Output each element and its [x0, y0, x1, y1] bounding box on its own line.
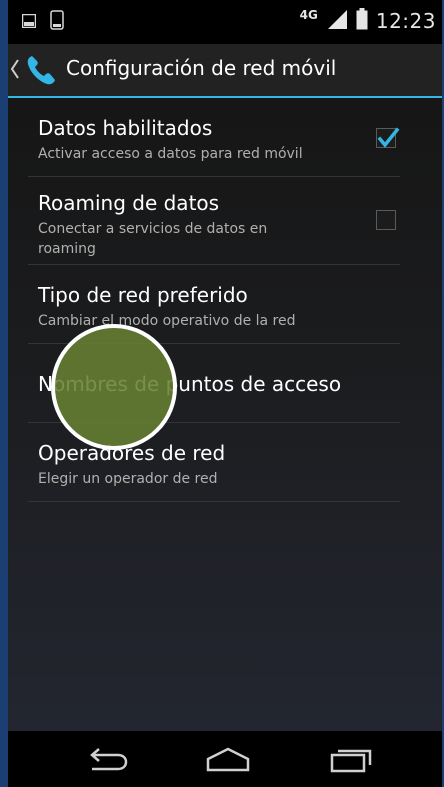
home-icon[interactable]: [204, 743, 252, 775]
pref-title: Roaming de datos: [38, 191, 220, 215]
image-notification-icon: [21, 13, 37, 32]
recents-icon[interactable]: [328, 743, 376, 775]
back-chevron-icon[interactable]: [10, 58, 20, 80]
signal-icon: [326, 8, 348, 34]
status-notifications: [21, 10, 64, 34]
status-indicators: 4G 12:23: [300, 8, 436, 34]
back-icon[interactable]: [82, 743, 130, 775]
phone-icon[interactable]: [24, 52, 60, 88]
clock: 12:23: [375, 9, 436, 33]
pref-title: Datos habilitados: [38, 116, 213, 140]
roaming-checkbox[interactable]: [376, 210, 396, 230]
pref-title: Tipo de red preferido: [38, 283, 248, 307]
navigation-bar: [0, 731, 444, 787]
pref-item-roaming-de-datos[interactable]: Roaming de datos Conectar a servicios de…: [28, 177, 400, 265]
status-bar: 4G 12:23: [0, 0, 444, 44]
data-enabled-checkbox[interactable]: [376, 127, 400, 148]
phone-outline-icon: [50, 10, 64, 34]
checkmark-icon: [377, 127, 400, 148]
screen-title: Configuración de red móvil: [66, 56, 337, 80]
touch-indicator: [51, 324, 177, 450]
android-screen: 4G 12:23 Configuración de red móvil Dato…: [0, 0, 444, 787]
pref-summary: Cambiar el modo operativo de la red: [38, 313, 296, 329]
pref-summary: Conectar a servicios de datos en roaming: [38, 221, 268, 257]
pref-item-datos-habilitados[interactable]: Datos habilitados Activar acceso a datos…: [28, 98, 400, 177]
pref-summary: Elegir un operador de red: [38, 471, 218, 487]
pref-summary: Activar acceso a datos para red móvil: [38, 146, 303, 162]
action-bar: Configuración de red móvil: [0, 44, 444, 98]
network-type: 4G: [299, 8, 318, 22]
battery-icon: [356, 8, 368, 34]
